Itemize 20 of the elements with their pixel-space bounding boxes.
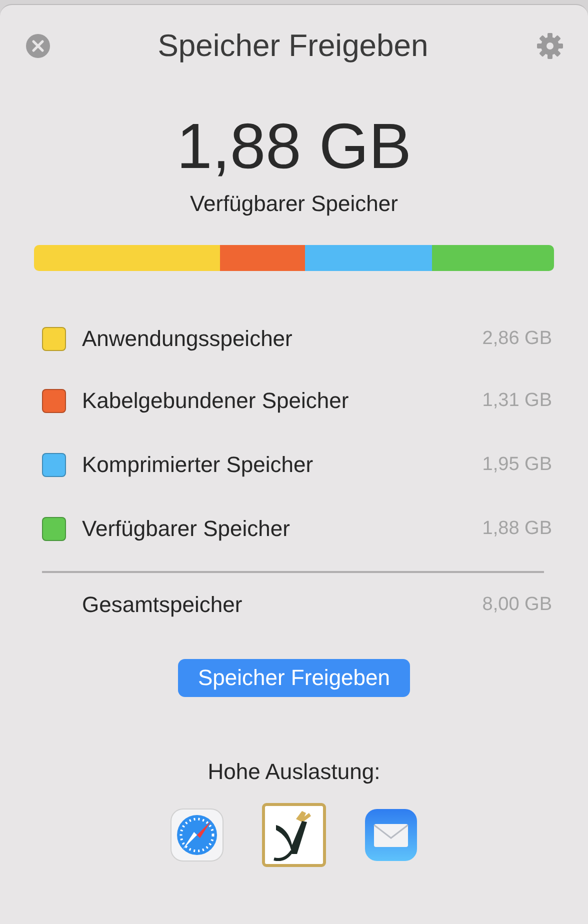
category-name: Anwendungsspeicher — [82, 326, 294, 352]
category-amount: 1,88 GB — [482, 518, 552, 540]
free-memory-button[interactable]: Speicher Freigeben — [178, 659, 410, 698]
close-icon[interactable] — [26, 34, 50, 58]
window-title: Speicher Freigeben — [158, 28, 428, 64]
category-name: Komprimierter Speicher — [82, 452, 314, 478]
total-label: Gesamtspeicher — [82, 592, 244, 618]
mail-app-icon[interactable] — [364, 808, 418, 862]
available-memory-label: Verfügbarer Speicher — [190, 191, 398, 218]
category-amount: 2,86 GB — [482, 328, 552, 350]
high-usage-label: Hohe Auslastung: — [208, 759, 380, 786]
category-name: Verfügbarer Speicher — [82, 516, 291, 542]
settings-icon[interactable] — [536, 32, 564, 60]
category-name: Kabelgebundener Speicher — [82, 388, 350, 414]
category-amount: 1,31 GB — [482, 390, 552, 412]
available-memory-value: 1,88 GB — [176, 111, 412, 182]
total-amount: 8,00 GB — [482, 594, 552, 616]
category-amount: 1,95 GB — [482, 454, 552, 476]
monogram-app-icon[interactable] — [262, 803, 326, 868]
compass-app-icon[interactable] — [170, 808, 224, 862]
